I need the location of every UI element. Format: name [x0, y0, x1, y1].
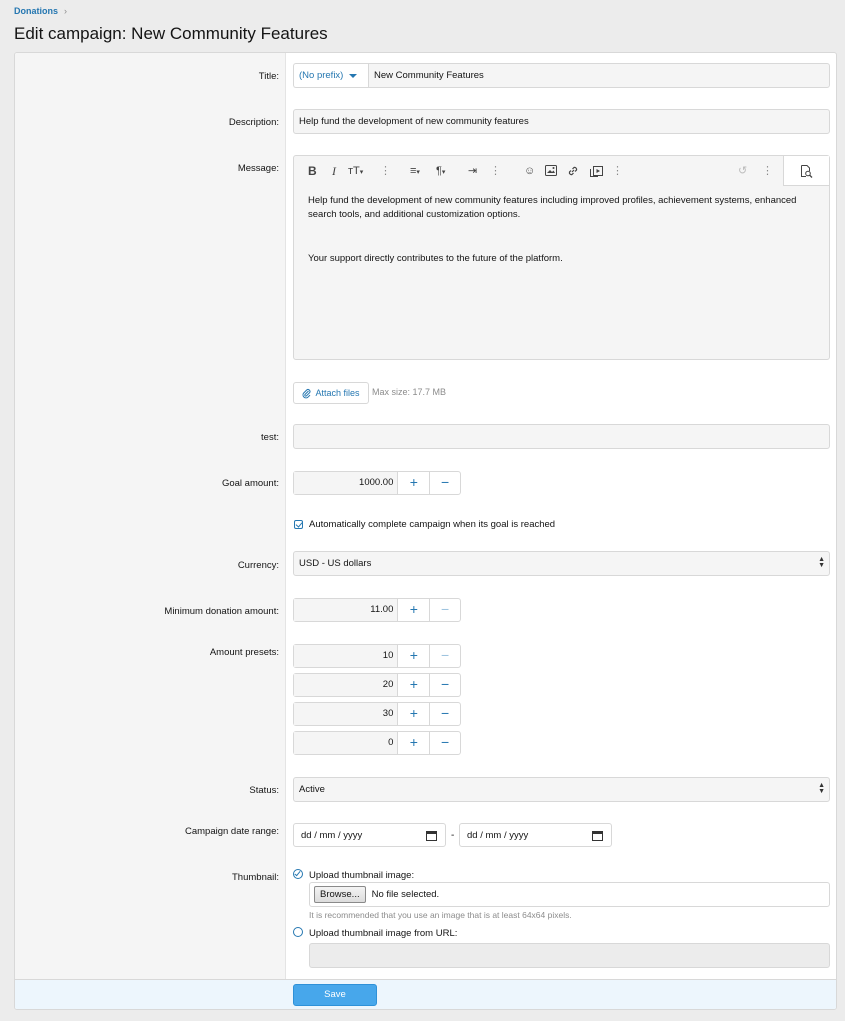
file-status: No file selected. [371, 889, 440, 900]
align-icon[interactable]: ≡▾ [410, 164, 420, 180]
auto-complete-checkbox[interactable] [294, 520, 303, 529]
thumbnail-url-input[interactable] [309, 943, 830, 968]
increment-button[interactable]: + [398, 732, 429, 754]
message-paragraph: Your support directly contributes to the… [308, 253, 563, 264]
decrement-button[interactable]: − [429, 674, 460, 696]
preset-input[interactable]: 30 [294, 703, 399, 725]
attach-files-button[interactable]: Attach files [293, 382, 369, 404]
goal-amount-input[interactable]: 1000.00 [294, 472, 399, 494]
save-button[interactable]: Save [293, 984, 377, 1006]
preset-stepper: 10 + − [293, 644, 461, 668]
decrement-button[interactable]: − [429, 599, 460, 621]
campaign-form: Title: (No prefix) New Community Feature… [14, 52, 837, 1010]
editor-content[interactable]: Help fund the development of new communi… [308, 194, 808, 296]
breadcrumb-separator: › [64, 6, 67, 16]
caret-down-icon [349, 73, 358, 78]
title-label: Title: [258, 71, 279, 82]
link-icon[interactable] [567, 165, 579, 180]
currency-value: USD - US dollars [299, 558, 372, 569]
paperclip-icon [303, 388, 311, 398]
preset-input[interactable]: 10 [294, 645, 399, 667]
date-range-separator: - [451, 830, 455, 841]
decrement-button[interactable]: − [429, 703, 460, 725]
currency-label: Currency: [237, 560, 279, 571]
attach-files-label: Attach files [315, 388, 360, 398]
status-select[interactable]: Active ▲ ▼ [293, 777, 830, 802]
message-editor[interactable]: B I тT▾ ⋮ ≡▾ ¶▾ ⇥ ⋮ ☺ ⋮ ↺ ⋮ Help fund th… [293, 155, 830, 360]
editor-toolbar: B I тT▾ ⋮ ≡▾ ¶▾ ⇥ ⋮ ☺ ⋮ ↺ ⋮ [294, 156, 829, 186]
smilie-icon[interactable]: ☺ [524, 164, 535, 178]
decrement-button[interactable]: − [429, 645, 460, 667]
amount-presets-label: Amount presets: [209, 647, 279, 658]
start-date-input[interactable]: dd / mm / yyyy [293, 823, 446, 847]
paragraph-icon[interactable]: ¶▾ [436, 164, 445, 180]
preview-icon [801, 165, 813, 178]
increment-button[interactable]: + [398, 703, 429, 725]
preset-stepper: 30 + − [293, 702, 461, 726]
prefix-dropdown-label: (No prefix) [299, 70, 344, 81]
description-input[interactable]: Help fund the development of new communi… [293, 109, 830, 134]
min-donation-input[interactable]: 11.00 [294, 599, 399, 621]
upload-image-radio[interactable] [293, 869, 303, 879]
message-label: Message: [237, 163, 279, 174]
thumbnail-label: Thumbnail: [232, 872, 279, 883]
end-date-placeholder: dd / mm / yyyy [467, 829, 529, 841]
browse-button[interactable]: Browse... [314, 886, 366, 903]
more-icon[interactable]: ⋮ [380, 164, 391, 178]
label-column [15, 53, 286, 979]
goal-amount-label: Goal amount: [221, 478, 279, 489]
status-label: Status: [249, 785, 279, 796]
undo-icon[interactable]: ↺ [738, 164, 747, 178]
status-value: Active [299, 784, 325, 795]
more-icon[interactable]: ⋮ [490, 164, 501, 178]
preset-stepper: 0 + − [293, 731, 461, 755]
preview-toggle[interactable] [783, 156, 829, 186]
test-input[interactable] [293, 424, 830, 449]
thumbnail-file-input[interactable]: Browse... No file selected. [309, 882, 830, 907]
preset-stepper: 20 + − [293, 673, 461, 697]
start-date-placeholder: dd / mm / yyyy [301, 829, 363, 841]
form-footer: Save [15, 979, 836, 1009]
description-label: Description: [228, 117, 279, 128]
test-label: test: [261, 432, 279, 443]
thumbnail-hint: It is recommended that you use an image … [309, 910, 572, 920]
bold-icon[interactable]: B [308, 164, 317, 178]
select-arrows-icon: ▲ ▼ [818, 556, 825, 569]
more-icon[interactable]: ⋮ [612, 164, 623, 178]
upload-image-label: Upload thumbnail image: [309, 870, 415, 881]
min-donation-label: Minimum donation amount: [164, 606, 279, 617]
italic-icon[interactable]: I [332, 164, 336, 178]
end-date-input[interactable]: dd / mm / yyyy [459, 823, 612, 847]
goal-amount-stepper: 1000.00 + − [293, 471, 461, 495]
increment-button[interactable]: + [398, 472, 429, 494]
max-size-hint: Max size: 17.7 MB [372, 387, 447, 397]
increment-button[interactable]: + [398, 674, 429, 696]
calendar-icon[interactable] [592, 830, 603, 841]
message-paragraph: Help fund the development of new communi… [308, 195, 797, 220]
upload-url-label: Upload thumbnail image from URL: [309, 928, 458, 939]
preset-input[interactable]: 0 [294, 732, 399, 754]
currency-select[interactable]: USD - US dollars ▲ ▼ [293, 551, 830, 576]
auto-complete-label: Automatically complete campaign when its… [309, 519, 556, 530]
date-range-label: Campaign date range: [184, 826, 279, 837]
decrement-button[interactable]: − [429, 732, 460, 754]
text-size-icon[interactable]: тT▾ [348, 164, 363, 180]
increment-button[interactable]: + [398, 599, 429, 621]
upload-url-radio[interactable] [293, 927, 303, 937]
media-icon[interactable] [590, 164, 603, 180]
increment-button[interactable]: + [398, 645, 429, 667]
decrement-button[interactable]: − [429, 472, 460, 494]
title-input[interactable]: New Community Features [368, 63, 830, 88]
breadcrumb-link-donations[interactable]: Donations [14, 6, 58, 16]
calendar-icon[interactable] [426, 830, 437, 841]
list-icon[interactable]: ⇥ [468, 164, 477, 178]
breadcrumb: Donations › [14, 6, 67, 16]
prefix-dropdown[interactable]: (No prefix) [293, 63, 368, 88]
min-donation-stepper: 11.00 + − [293, 598, 461, 622]
page-title: Edit campaign: New Community Features [14, 24, 328, 43]
more-icon[interactable]: ⋮ [762, 164, 773, 178]
preset-input[interactable]: 20 [294, 674, 399, 696]
select-arrows-icon: ▲ ▼ [818, 782, 825, 795]
image-icon[interactable] [545, 165, 557, 179]
